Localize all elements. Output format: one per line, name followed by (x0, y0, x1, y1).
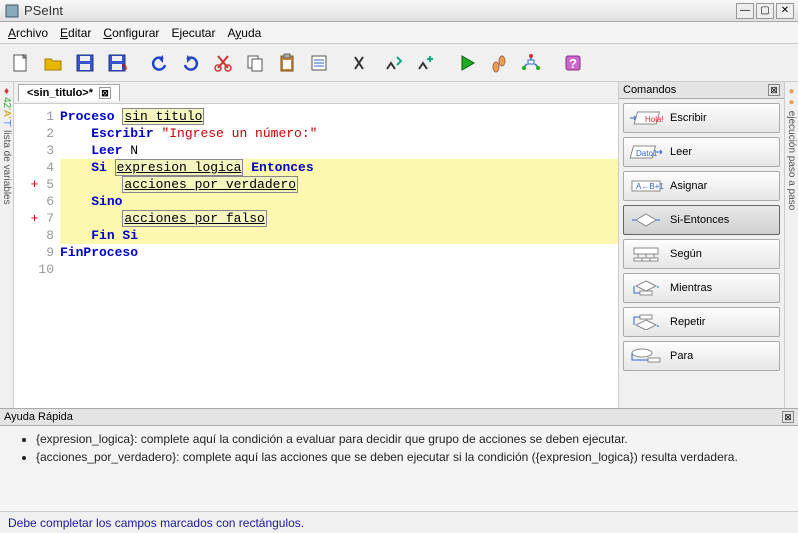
svg-text:✎: ✎ (121, 63, 127, 73)
menu-ayuda[interactable]: Ayuda (227, 26, 261, 40)
run-icon[interactable] (452, 48, 482, 78)
titlebar: PSeInt — ▢ ✕ (0, 0, 798, 22)
file-tab[interactable]: <sin_titulo>* ⊠ (18, 84, 120, 101)
find-icon[interactable] (346, 48, 376, 78)
svg-text:A←B+1: A←B+1 (636, 182, 664, 191)
cmd-icon: Hola! (628, 109, 664, 127)
right-sidebar[interactable]: ●● ejecución paso a paso (784, 82, 798, 408)
command-escribir[interactable]: Hola!Escribir (623, 103, 780, 133)
indent-icon[interactable] (304, 48, 334, 78)
command-leer[interactable]: Dato1Leer (623, 137, 780, 167)
cmd-icon: Dato1 (628, 143, 664, 161)
code-body[interactable]: Proceso sin_titulo Escribir "Ingrese un … (60, 104, 618, 408)
statusbar: Debe completar los campos marcados con r… (0, 511, 798, 533)
menu-configurar[interactable]: Configurar (103, 26, 159, 40)
new-icon[interactable] (6, 48, 36, 78)
save-icon[interactable] (70, 48, 100, 78)
editor-area: <sin_titulo>* ⊠ 1234+ 56+ 78910 Proceso … (14, 82, 618, 408)
commands-list: Hola!Escribir Dato1Leer A←B+1Asignar Si-Ent… (619, 99, 784, 408)
tab-strip: <sin_titulo>* ⊠ (14, 82, 618, 104)
replace-icon[interactable] (410, 48, 440, 78)
cmd-icon (628, 279, 664, 297)
menubar: Archivo Editar Configurar Ejecutar Ayuda (0, 22, 798, 44)
cmd-icon (628, 211, 664, 229)
toolbar: ✎ ? (0, 44, 798, 82)
command-mientras[interactable]: Mientras (623, 273, 780, 303)
status-message: Debe completar los campos marcados con r… (8, 516, 304, 530)
command-según[interactable]: Según (623, 239, 780, 269)
findnext-icon[interactable] (378, 48, 408, 78)
saveas-icon[interactable]: ✎ (102, 48, 132, 78)
command-para[interactable]: Para (623, 341, 780, 371)
cmd-icon (628, 245, 664, 263)
step-icon[interactable] (484, 48, 514, 78)
svg-text:Dato1: Dato1 (636, 149, 658, 158)
tab-label: <sin_titulo>* (27, 87, 93, 99)
help-header: Ayuda Rápida ⊠ (0, 409, 798, 426)
help-item: {expresion_logica}: complete aquí la con… (36, 432, 778, 446)
command-asignar[interactable]: A←B+1Asignar (623, 171, 780, 201)
commands-panel: Comandos ⊠ Hola!Escribir Dato1Leer A←B+1As… (618, 82, 784, 408)
svg-text:Hola!: Hola! (645, 115, 664, 124)
app-icon (4, 3, 20, 19)
help-icon[interactable]: ? (558, 48, 588, 78)
left-sidebar: ♦42'A'⊤ lista de variables * ≠ ∥ ∧ opera… (0, 82, 14, 408)
open-icon[interactable] (38, 48, 68, 78)
paste-icon[interactable] (272, 48, 302, 78)
window-title: PSeInt (24, 3, 734, 18)
flowchart-icon[interactable] (516, 48, 546, 78)
menu-editar[interactable]: Editar (60, 26, 91, 40)
commands-header: Comandos ⊠ (619, 82, 784, 99)
minimize-button[interactable]: — (736, 3, 754, 19)
menu-archivo[interactable]: Archivo (8, 26, 48, 40)
cmd-icon (628, 347, 664, 365)
cmd-icon: A←B+1 (628, 177, 664, 195)
main-area: ♦42'A'⊤ lista de variables * ≠ ∥ ∧ opera… (0, 82, 798, 408)
command-repetir[interactable]: Repetir (623, 307, 780, 337)
help-item: {acciones_por_verdadero}: complete aquí … (36, 450, 778, 464)
help-panel: Ayuda Rápida ⊠ {expresion_logica}: compl… (0, 408, 798, 511)
tab-close-icon[interactable]: ⊠ (99, 87, 111, 99)
menu-ejecutar[interactable]: Ejecutar (171, 26, 215, 40)
line-gutter: 1234+ 56+ 78910 (14, 104, 60, 408)
pin-icon[interactable]: ⊠ (768, 84, 780, 96)
cmd-icon (628, 313, 664, 331)
svg-text:?: ? (569, 56, 577, 71)
close-button[interactable]: ✕ (776, 3, 794, 19)
redo-icon[interactable] (176, 48, 206, 78)
copy-icon[interactable] (240, 48, 270, 78)
help-pin-icon[interactable]: ⊠ (782, 411, 794, 423)
help-body: {expresion_logica}: complete aquí la con… (0, 426, 798, 511)
cut-icon[interactable] (208, 48, 238, 78)
code-editor[interactable]: 1234+ 56+ 78910 Proceso sin_titulo Escri… (14, 104, 618, 408)
undo-icon[interactable] (144, 48, 174, 78)
maximize-button[interactable]: ▢ (756, 3, 774, 19)
command-si-entonces[interactable]: Si-Entonces (623, 205, 780, 235)
vars-tab[interactable]: ♦42'A'⊤ lista de variables (0, 82, 13, 408)
